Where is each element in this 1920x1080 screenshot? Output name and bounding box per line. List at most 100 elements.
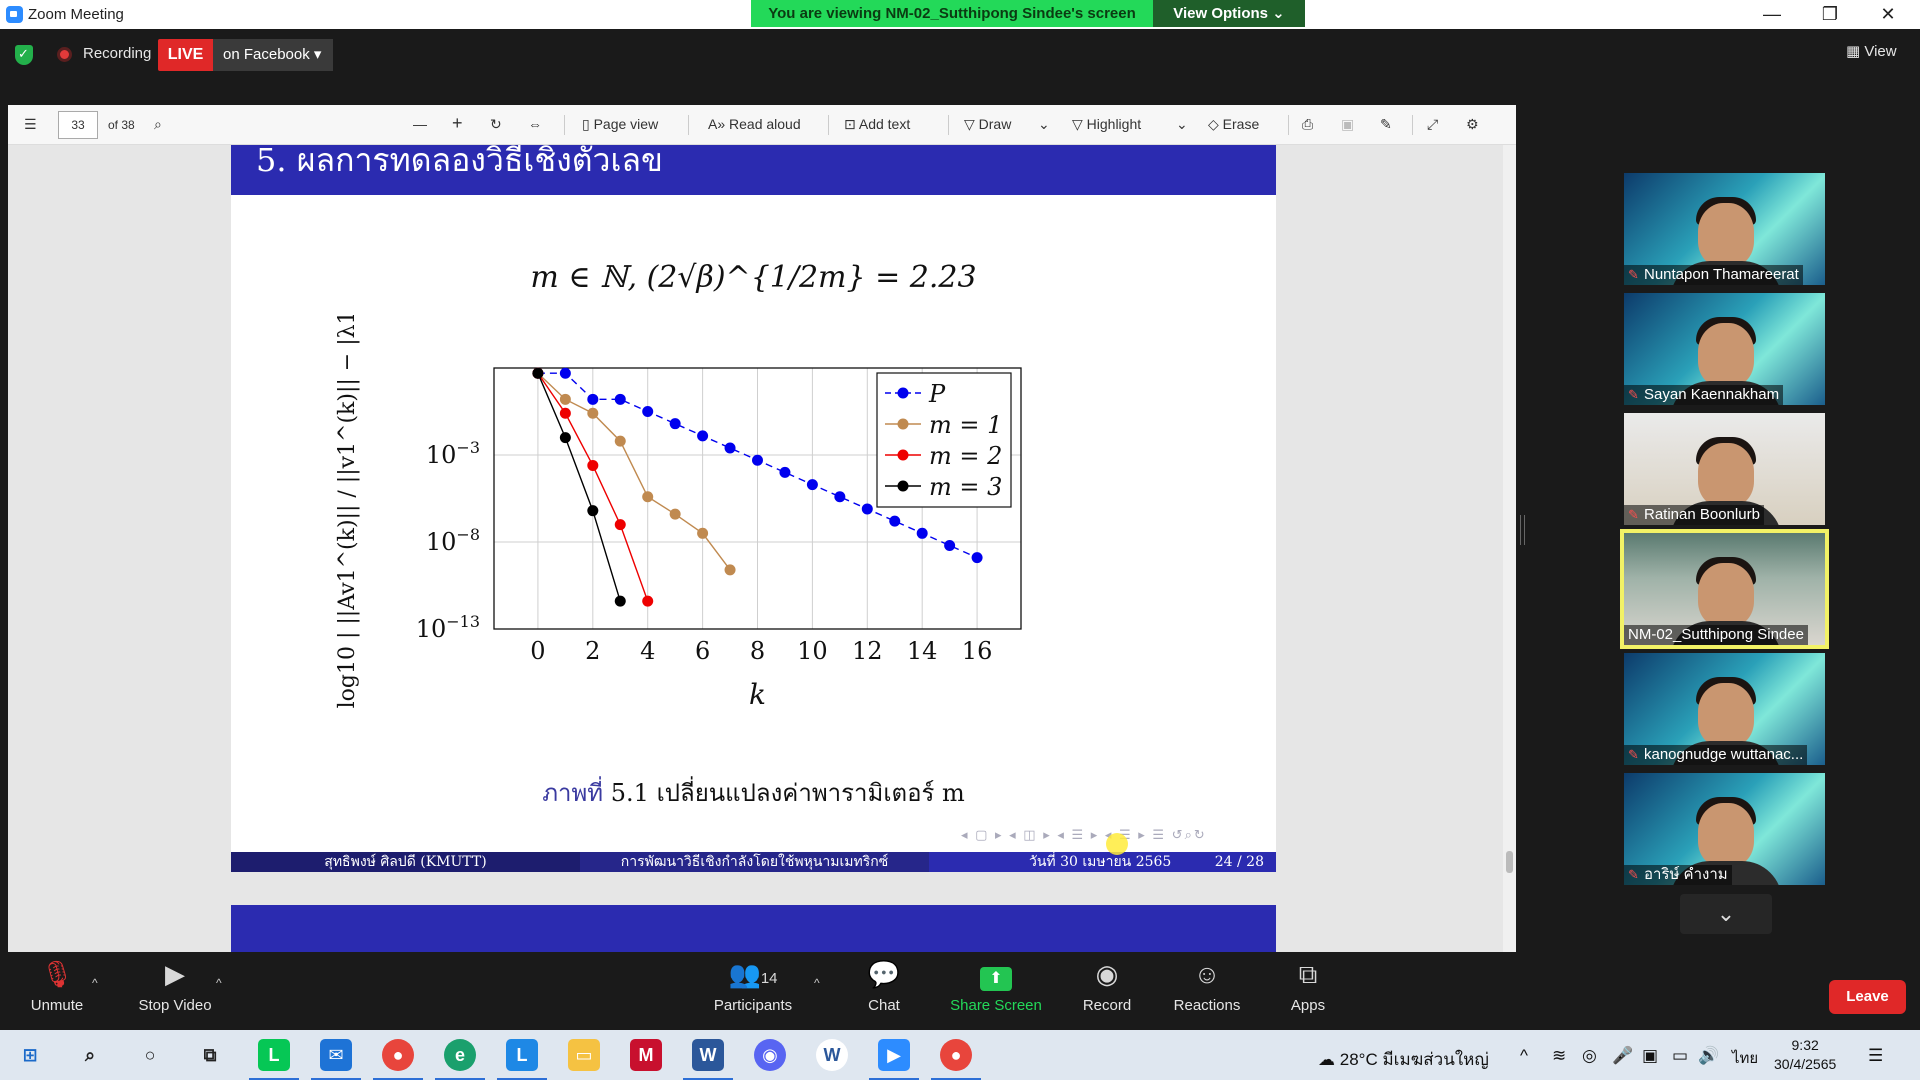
close-icon[interactable]: ✕ [1859,0,1917,29]
cortana-icon[interactable]: ○ [134,1039,166,1071]
search-icon[interactable]: ⌕ [74,1039,106,1071]
erase-button[interactable]: ◇ Erase [1208,116,1259,133]
volume-icon[interactable]: 🔊 [1698,1046,1719,1066]
fit-page-icon[interactable]: ⇔ [528,116,542,132]
l-app-icon[interactable]: L [497,1039,547,1080]
line-app-icon[interactable]: L [249,1039,299,1080]
save-icon[interactable]: ▣ [1341,116,1354,133]
participant-tile[interactable]: NM-02_Sutthipong Sindee [1620,529,1829,649]
panel-splitter[interactable] [1520,515,1525,545]
settings-gear-icon[interactable]: ⚙ [1466,116,1479,133]
print-icon[interactable]: ⎙ [1302,116,1313,133]
tray-chevron-up-icon[interactable]: ^ [1520,1046,1528,1066]
slide-footer: สุทธิพงษ์ ศิลปดี (KMUTT) การพัฒนาวิธีเชิ… [231,852,1276,872]
unmute-label: Unmute [30,997,84,1014]
participant-tile[interactable]: ✎ อาริษ์ คำงาม [1624,773,1825,885]
read-aloud-button[interactable]: A» Read aloud [708,116,801,132]
participants-button[interactable]: 👥14 Participants [705,952,801,1014]
word-online-icon[interactable]: W [816,1039,848,1071]
divider [948,115,949,135]
gallery-chevron-down-icon[interactable]: ⌄ [1680,894,1772,934]
participants-icon: 👥14 [728,959,778,989]
encryption-shield-icon[interactable] [15,45,33,65]
battery-icon[interactable]: ▭ [1672,1046,1688,1066]
view-button[interactable]: ▦ View [1846,42,1897,60]
data-point [834,491,846,503]
participants-options-caret-icon[interactable]: ^ [814,976,820,990]
video-options-caret-icon[interactable]: ^ [216,976,222,990]
footer-author: สุทธิพงษ์ ศิลปดี (KMUTT) [231,852,580,872]
participant-video [1698,323,1754,387]
zoom-in-button[interactable]: + [452,113,463,134]
word-icon[interactable]: W [683,1039,733,1080]
pdf-scrollbar[interactable] [1503,145,1516,952]
task-view-icon[interactable]: ⧉ [194,1039,226,1071]
shared-screen: ☰ 33 of 38 ⌕ — + ↻ ⇔ ▯ Page view A» Read… [8,105,1516,952]
legend-label: m = 2 [929,442,1002,470]
participant-tile[interactable]: ✎ Nuntapon Thamareerat [1624,173,1825,285]
restore-icon[interactable]: ❐ [1801,0,1859,29]
record-button[interactable]: ◉ Record [1076,952,1138,1014]
fullscreen-icon[interactable]: ⤢ [1427,116,1438,133]
contents-icon[interactable]: ☰ [24,116,37,133]
draw-button[interactable]: ▽ Draw [964,116,1011,133]
unmute-button[interactable]: 🎙 Unmute [22,952,92,1014]
participant-name-tag: ✎ อาริษ์ คำงาม [1624,865,1732,885]
save-as-icon[interactable]: ✎ [1380,116,1392,133]
live-target-dropdown[interactable]: on Facebook ▾ [213,39,333,71]
figure-caption: ภาพที่ 5.1 เปลี่ยนแปลงค่าพารามิเตอร์ m [231,773,1276,812]
participant-tile[interactable]: ✎ kanognudge wuttanac... [1624,653,1825,765]
data-point [779,466,791,478]
view-options-button[interactable]: View Options ⌄ [1153,0,1305,27]
reactions-button[interactable]: ☺ Reactions [1167,952,1247,1014]
wifi-icon[interactable]: ≋ [1552,1046,1566,1066]
beamer-navigation[interactable]: ◂ ▢ ▸ ◂ ◫ ▸ ◂ ☰ ▸ ◂ ☰ ▸ ☰ ↺⌕↻ [961,827,1207,843]
leave-button[interactable]: Leave [1829,980,1906,1014]
add-text-button[interactable]: ⊡ Add text [844,116,910,133]
file-explorer-icon[interactable]: ▭ [568,1039,600,1071]
taskbar-clock[interactable]: 9:32 30/4/2565 [1774,1036,1836,1074]
page-view-button[interactable]: ▯ Page view [582,116,658,133]
stop-video-button[interactable]: ▶ Stop Video [130,952,220,1014]
draw-chevron-down-icon[interactable]: ⌄ [1038,116,1050,133]
recording-label[interactable]: Recording [83,45,151,62]
data-point [614,393,626,405]
chat-button[interactable]: 💬 Chat [856,952,912,1014]
footer-date-page: วันที่ 30 เมษายน 2565 24 / 28 [929,852,1276,872]
divider [1412,115,1413,135]
participant-tile[interactable]: ✎ Ratinan Boonlurb [1624,413,1825,525]
highlight-chevron-down-icon[interactable]: ⌄ [1176,116,1188,133]
language-indicator[interactable]: ไทย [1732,1046,1758,1070]
weather-widget[interactable]: ☁ 28°C มีเมฆส่วนใหญ่ [1318,1046,1489,1073]
chrome-icon[interactable]: ● [373,1039,423,1080]
mcafee-icon[interactable]: M [630,1039,662,1071]
zoom-out-button[interactable]: — [413,116,427,132]
rotate-icon[interactable]: ↻ [490,116,502,133]
notifications-icon[interactable]: ☰ [1868,1046,1883,1066]
mail-icon[interactable]: ✉ [311,1039,361,1080]
scrollbar-thumb[interactable] [1506,851,1513,873]
participant-name: Sayan Kaennakham [1644,386,1780,403]
minimize-icon[interactable]: — [1743,0,1801,29]
page-number-input[interactable]: 33 [58,111,98,139]
webcam-icon[interactable]: ◎ [1582,1046,1597,1066]
share-screen-button[interactable]: ⬆ Share Screen [945,952,1047,1014]
clock-time: 9:32 [1791,1037,1819,1053]
discord-icon[interactable]: ◉ [754,1039,786,1071]
mic-muted-icon: ✎ [1628,507,1639,522]
windows-start-icon[interactable]: ⊞ [14,1039,46,1071]
audio-options-caret-icon[interactable]: ^ [92,976,98,990]
edge-icon[interactable]: e [435,1039,485,1080]
grid-icon: ▦ [1846,43,1865,60]
highlight-button[interactable]: ▽ Highlight [1072,116,1141,133]
display-icon[interactable]: ▣ [1642,1046,1658,1066]
participant-tile[interactable]: ✎ Sayan Kaennakham [1624,293,1825,405]
convergence-chart: 0 2 4 6 8 10 12 14 16 10−3 10−8 10−13 k log10 | ||Av1… [335,315,1022,711]
apps-button[interactable]: ⧉ Apps [1280,952,1336,1014]
chrome-user-icon[interactable]: ● [931,1039,981,1080]
microphone-icon[interactable]: 🎤 [1612,1046,1633,1066]
x-tick-label: 2 [585,637,600,665]
search-icon[interactable]: ⌕ [154,116,162,133]
divider [1288,115,1289,135]
zoom-taskbar-icon[interactable]: ▶ [869,1039,919,1080]
